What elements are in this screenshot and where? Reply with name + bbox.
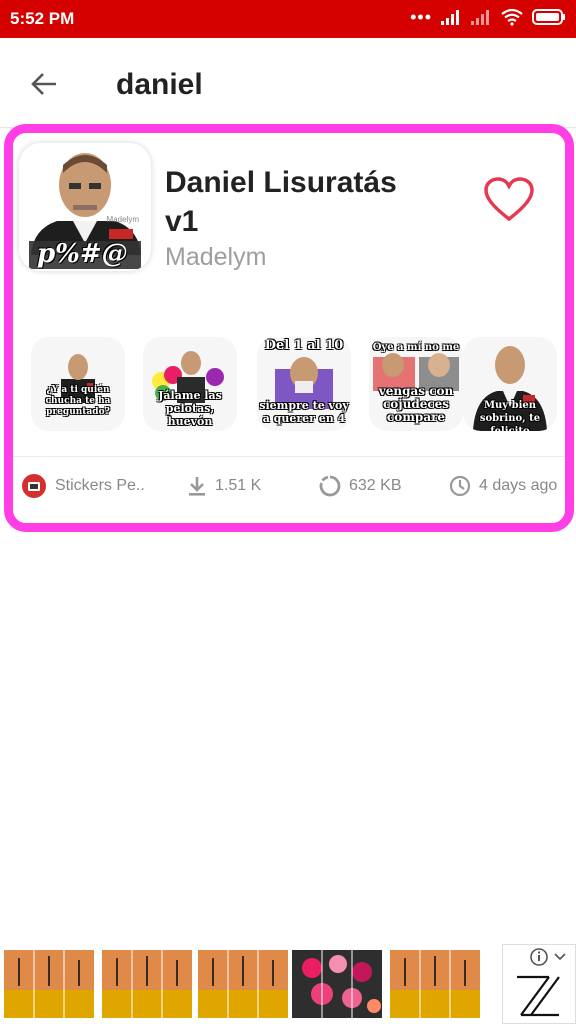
updated-time: 4 days ago	[479, 477, 558, 494]
sticker-caption: siempre te voy a querer en 4	[259, 399, 349, 425]
downloads-meta: 1.51 K	[187, 471, 261, 501]
ad-image	[102, 950, 192, 1018]
battery-icon	[532, 9, 565, 25]
sticker-preview[interactable]: Del 1 al 10 siempre te voy a querer en 4	[257, 337, 351, 431]
info-icon	[530, 948, 566, 966]
ad-banner[interactable]	[0, 944, 576, 1024]
pack-author[interactable]: Madelym	[165, 243, 266, 272]
status-bar: 5:52 PM •••	[0, 0, 576, 38]
heart-outline-icon	[484, 177, 534, 222]
pack-size: 632 KB	[349, 477, 402, 494]
search-query-title[interactable]: daniel	[116, 68, 203, 102]
pack-title[interactable]: Daniel Lisuratás v1	[165, 163, 425, 241]
downloads-count: 1.51 K	[215, 477, 262, 494]
sticker-caption: ¿Y a ti quién chucha te ha preguntado?	[45, 385, 111, 417]
sticker-caption: Jálame las pelotas, huevón	[158, 389, 222, 428]
wifi-icon	[501, 8, 523, 26]
ad-image	[198, 950, 288, 1018]
ad-image	[4, 950, 94, 1018]
sticker-preview[interactable]: ¿Y a ti quién chucha te ha preguntado?	[31, 337, 125, 431]
publisher-meta[interactable]: Stickers Pe..	[21, 471, 145, 501]
pack-icon-caption: p%#@	[37, 239, 128, 269]
ad-thumbnail[interactable]	[4, 950, 94, 1018]
sticker-pack-card[interactable]: Madelym p%#@ Daniel Lisuratás v1 Madelym…	[4, 124, 574, 532]
pack-meta-row: Stickers Pe.. 1.51 K 632 KB 4 days ago	[13, 471, 565, 501]
ad-thumbnail[interactable]	[292, 950, 382, 1018]
ad-choices-button[interactable]	[502, 944, 576, 1024]
publisher-name: Stickers Pe..	[55, 477, 145, 494]
size-meta: 632 KB	[319, 471, 401, 501]
status-time: 5:52 PM	[10, 9, 75, 28]
sticker-caption: Muy bien sobrino, te felicito	[479, 400, 541, 431]
back-button[interactable]	[26, 66, 62, 102]
ad-logo-icon	[517, 975, 560, 1017]
ad-image	[390, 950, 480, 1018]
ad-thumbnail[interactable]	[102, 950, 192, 1018]
sticker-top-caption: Oye a mí no me	[372, 342, 460, 353]
pack-tray-icon: Madelym p%#@	[19, 143, 151, 271]
publisher-logo-icon	[22, 474, 46, 498]
sticker-preview[interactable]: Jálame las pelotas, huevón	[143, 337, 237, 431]
sticker-caption: vengas con cojudeces compare	[378, 384, 454, 424]
sticker-preview[interactable]: Oye a mí no me vengas con cojudeces comp…	[369, 337, 463, 431]
status-icons: •••	[410, 8, 566, 26]
more-notifications-icon: •••	[410, 7, 432, 27]
signal-icon	[441, 10, 459, 25]
arrow-left-icon	[31, 73, 56, 95]
sticker-preview-row: ¿Y a ti quién chucha te ha preguntado? J…	[31, 337, 557, 431]
download-icon	[189, 477, 205, 496]
app-bar: daniel	[0, 38, 576, 128]
card-divider	[13, 456, 565, 457]
favorite-button[interactable]	[483, 177, 535, 223]
signal-secondary-icon	[471, 10, 489, 25]
data-usage-icon	[319, 475, 341, 497]
updated-meta: 4 days ago	[449, 471, 557, 501]
ad-image	[292, 950, 382, 1018]
clock-icon	[449, 475, 471, 497]
ad-thumbnail[interactable]	[390, 950, 480, 1018]
pack-icon-watermark: Madelym	[106, 215, 139, 224]
sticker-top-caption: Del 1 al 10	[264, 338, 344, 353]
sticker-preview[interactable]: Muy bien sobrino, te felicito	[463, 337, 557, 431]
ad-thumbnail[interactable]	[198, 950, 288, 1018]
